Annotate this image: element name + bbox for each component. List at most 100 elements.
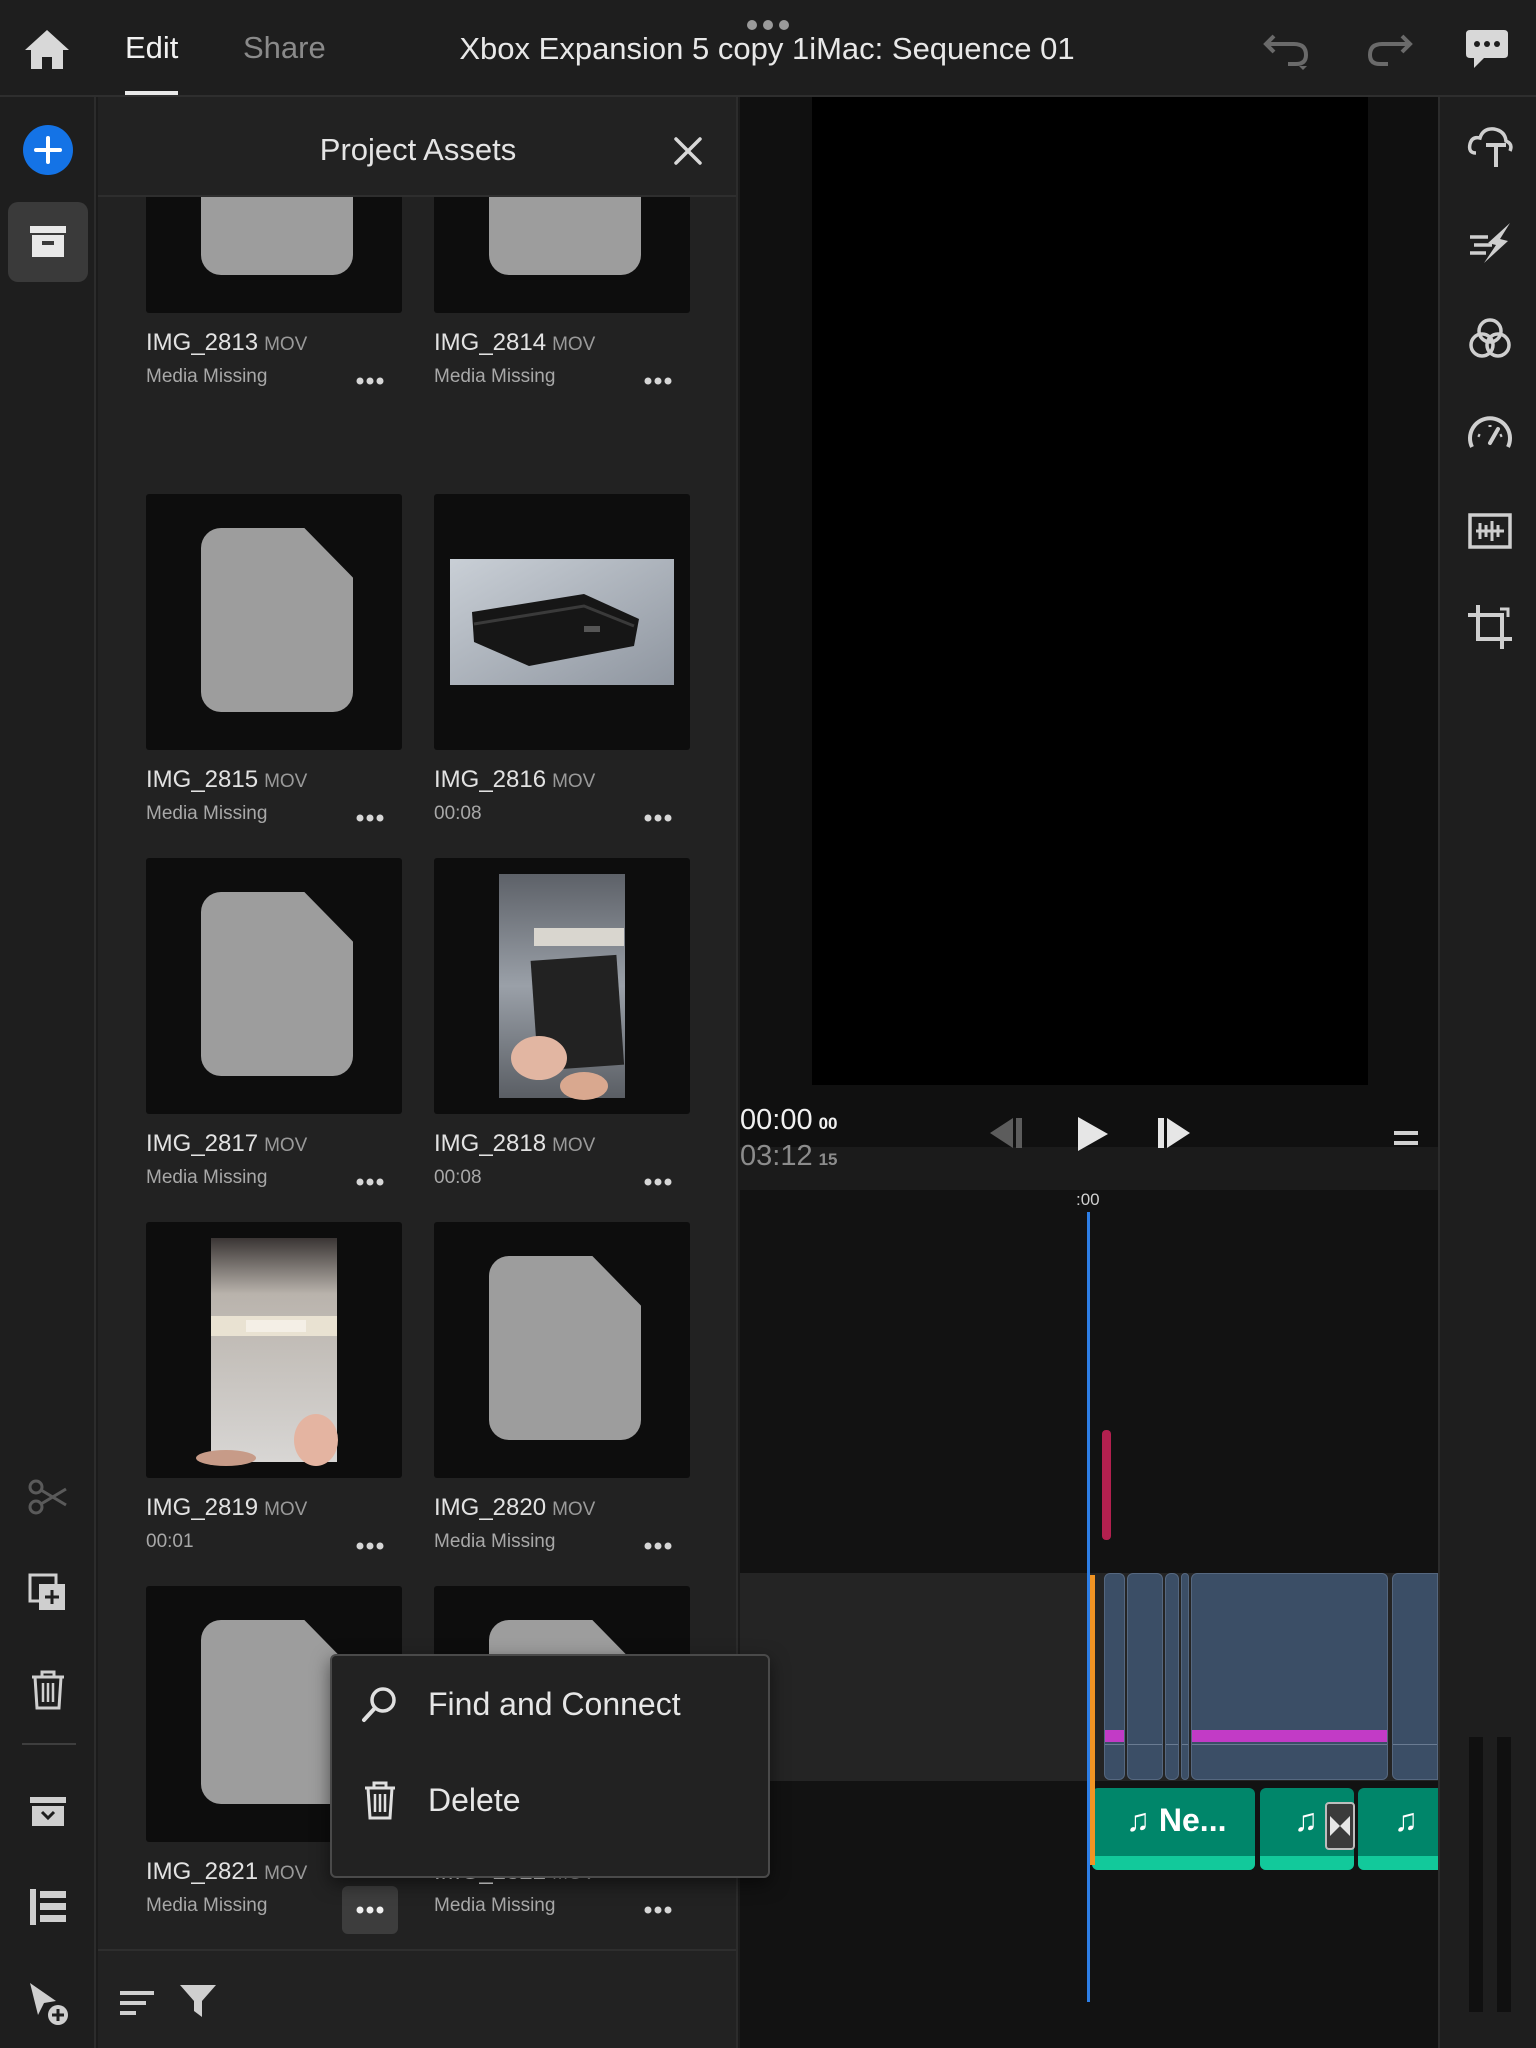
tab-share[interactable]: Share (243, 30, 326, 96)
asset-context-menu: Find and Connect Delete (330, 1654, 770, 1878)
asset-thumbnail[interactable] (434, 858, 690, 1114)
rail-divider (22, 1743, 76, 1745)
asset-thumbnail[interactable] (146, 1222, 402, 1478)
project-assets-icon[interactable] (8, 202, 88, 282)
home-icon[interactable] (22, 26, 72, 72)
more-dots-icon (356, 1542, 384, 1550)
transition-icon[interactable] (1325, 1802, 1355, 1850)
undo-icon[interactable] (1262, 28, 1312, 70)
document-title: Xbox Expansion 5 copy 1iMac: Sequence 01 (459, 31, 1075, 66)
duplicate-icon[interactable] (22, 1567, 74, 1619)
video-clip[interactable] (1104, 1573, 1125, 1780)
music-note-icon: ♫ (1294, 1802, 1318, 1838)
delete-icon[interactable] (22, 1663, 74, 1715)
asset-more-button[interactable] (630, 794, 686, 842)
asset-type: MOV (264, 1135, 308, 1156)
asset-item[interactable]: IMG_2818 MOV 00:08 (434, 858, 690, 1188)
viewer-menu-icon[interactable] (1392, 1128, 1420, 1148)
clip-edge-handle[interactable] (1090, 1575, 1095, 1865)
transport-controls: 00:00 00 03:12 15 (740, 1100, 1438, 1190)
play-icon[interactable] (1072, 1114, 1112, 1154)
asset-name: IMG_2817 (146, 1130, 259, 1157)
asset-type: MOV (552, 771, 596, 792)
menu-item-label: Delete (428, 1782, 521, 1818)
video-clip[interactable] (1392, 1573, 1438, 1780)
filter-icon[interactable] (178, 1981, 218, 2021)
asset-more-button[interactable] (342, 1158, 398, 1206)
asset-thumbnail[interactable] (146, 858, 402, 1114)
more-dots-icon (356, 1178, 384, 1186)
asset-status: Media Missing (146, 1895, 268, 1916)
asset-type: MOV (264, 771, 308, 792)
audio-clip[interactable]: ♫ (1358, 1788, 1438, 1870)
asset-status: Media Missing (434, 1531, 556, 1552)
select-add-icon[interactable] (22, 1977, 74, 2029)
program-monitor (740, 97, 1438, 1147)
more-dots-icon (644, 1178, 672, 1186)
asset-more-button[interactable] (630, 1886, 686, 1934)
more-dots-icon (644, 1542, 672, 1550)
asset-more-button[interactable] (342, 1886, 398, 1934)
asset-status: Media Missing (434, 366, 556, 387)
speed-icon[interactable] (1466, 411, 1514, 459)
video-clip[interactable] (1181, 1573, 1189, 1780)
asset-item[interactable]: IMG_2815 MOV Media Missing (146, 494, 402, 824)
close-icon[interactable] (672, 135, 704, 167)
asset-type: MOV (264, 1863, 308, 1884)
asset-thumbnail[interactable] (434, 1222, 690, 1478)
asset-type: MOV (552, 1135, 596, 1156)
video-clip[interactable] (1127, 1573, 1163, 1780)
asset-name: IMG_2814 (434, 329, 547, 356)
step-forward-icon[interactable] (1154, 1114, 1194, 1152)
timeline-marker[interactable] (1102, 1430, 1111, 1540)
video-clip[interactable] (1165, 1573, 1179, 1780)
more-dots-icon (644, 814, 672, 822)
timeline[interactable]: :00 ♫ Ne... ♫ ♫ (740, 1190, 1438, 2048)
audio-level-meter (1469, 1737, 1515, 2012)
playhead[interactable] (1087, 1212, 1090, 2002)
collapse-tracks-icon[interactable] (22, 1785, 74, 1837)
step-back-icon[interactable] (986, 1114, 1026, 1152)
asset-item[interactable]: IMG_2817 MOV Media Missing (146, 858, 402, 1188)
music-note-icon: ♫ (1394, 1802, 1418, 1838)
split-scissors-icon[interactable] (22, 1471, 74, 1523)
more-dots-icon (356, 377, 384, 385)
asset-duration: 00:08 (434, 803, 482, 824)
menu-item-delete[interactable]: Delete (332, 1752, 768, 1848)
asset-name: IMG_2818 (434, 1130, 547, 1157)
track-list-icon[interactable] (22, 1881, 74, 1933)
sort-icon[interactable] (118, 1985, 158, 2021)
more-dots-icon[interactable] (746, 18, 790, 30)
timeline-ruler-label: :00 (1076, 1190, 1100, 1209)
right-toolbar (1438, 97, 1536, 2048)
titles-icon[interactable] (1466, 123, 1514, 171)
asset-name: IMG_2816 (434, 766, 547, 793)
asset-more-button[interactable] (342, 1522, 398, 1570)
media-missing-icon (201, 892, 353, 1076)
asset-type: MOV (264, 334, 308, 355)
asset-item[interactable]: IMG_2819 MOV 00:01 (146, 1222, 402, 1552)
asset-more-button[interactable] (630, 1522, 686, 1570)
asset-status: Media Missing (146, 1167, 268, 1188)
asset-type: MOV (552, 1499, 596, 1520)
asset-thumbnail[interactable] (434, 494, 690, 750)
menu-item-find-and-connect[interactable]: Find and Connect (332, 1656, 768, 1752)
asset-thumbnail[interactable] (146, 494, 402, 750)
asset-item[interactable]: IMG_2820 MOV Media Missing (434, 1222, 690, 1552)
preview-canvas[interactable] (812, 97, 1368, 1085)
audio-icon[interactable] (1466, 507, 1514, 555)
transitions-icon[interactable] (1466, 219, 1514, 267)
asset-more-button[interactable] (630, 357, 686, 405)
asset-more-button[interactable] (342, 357, 398, 405)
color-icon[interactable] (1466, 315, 1514, 363)
asset-item[interactable]: IMG_2816 MOV 00:08 (434, 494, 690, 824)
video-clip[interactable] (1191, 1573, 1388, 1780)
audio-clip[interactable]: ♫ Ne... (1092, 1788, 1255, 1870)
crop-icon[interactable] (1466, 603, 1514, 651)
asset-more-button[interactable] (630, 1158, 686, 1206)
tab-edit[interactable]: Edit (125, 30, 179, 96)
add-icon[interactable] (23, 125, 73, 175)
feedback-icon[interactable] (1462, 26, 1512, 72)
redo-icon[interactable] (1364, 28, 1414, 70)
asset-more-button[interactable] (342, 794, 398, 842)
